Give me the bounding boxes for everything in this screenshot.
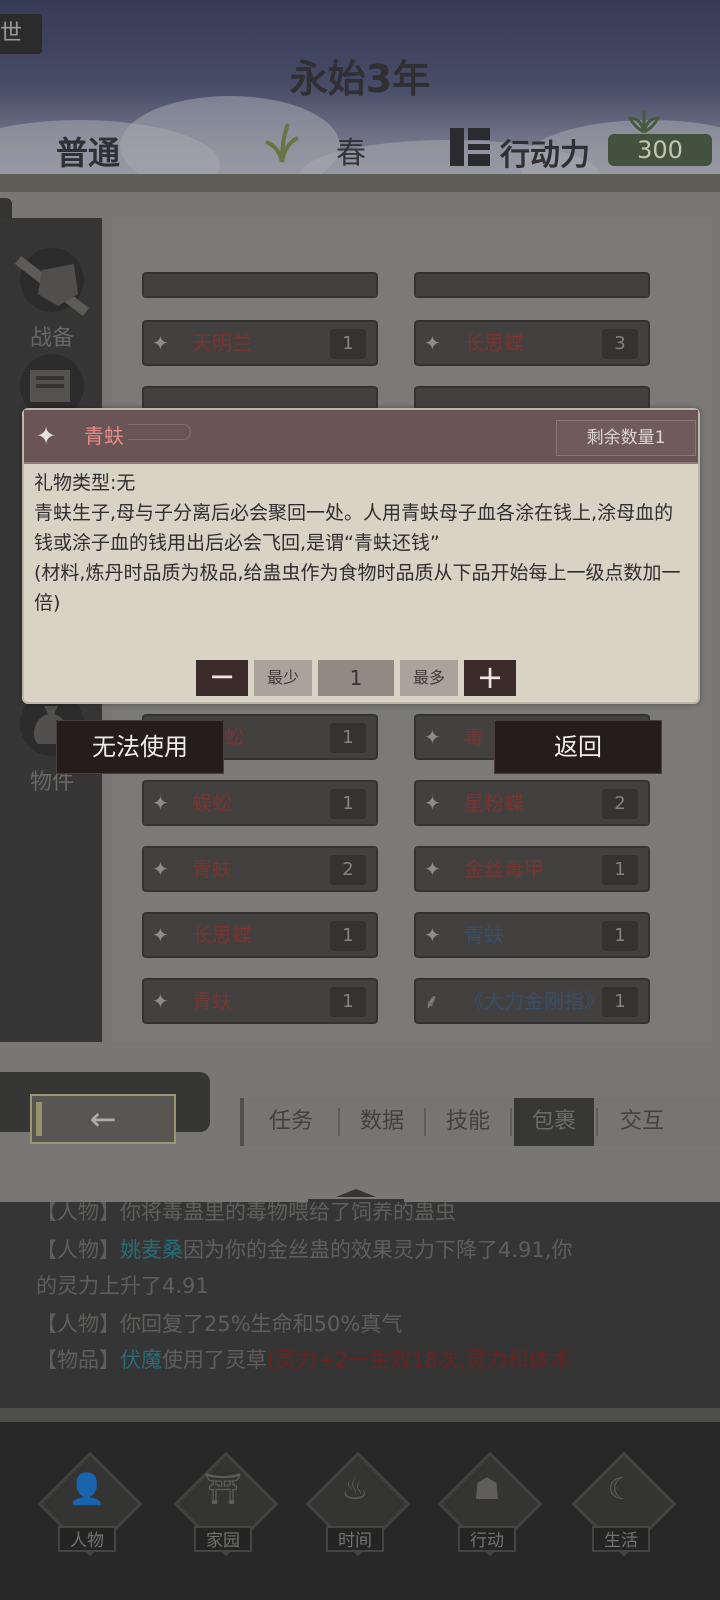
popup-item-name: 青蚨 (84, 424, 124, 448)
bug-icon: ✦ (36, 422, 57, 450)
decrease-button[interactable]: − (196, 660, 248, 696)
return-button[interactable]: 返回 (494, 720, 662, 774)
popup-description: 礼物类型:无 青蚨生子,母与子分离后必会聚回一处。人用青蚨母子血各涂在钱上,涂母… (34, 468, 686, 618)
max-quantity-button[interactable]: 最多 (400, 660, 458, 696)
modal-dim-overlay[interactable] (0, 0, 720, 1600)
item-note: (材料,炼丹时品质为极品,给蛊虫作为食物时品质从下品开始每上一级点数加一倍) (34, 562, 681, 614)
min-quantity-button[interactable]: 最少 (254, 660, 312, 696)
gift-type: 礼物类型:无 (34, 472, 136, 494)
increase-button[interactable]: + (464, 660, 516, 696)
popup-name-decoration (128, 424, 191, 440)
quantity-field[interactable]: 1 (318, 660, 394, 696)
cannot-use-button[interactable]: 无法使用 (56, 720, 224, 774)
item-lore: 青蚨生子,母与子分离后必会聚回一处。人用青蚨母子血各涂在钱上,涂母血的钱或涂子血… (34, 502, 674, 554)
popup-remaining-count: 剩余数量1 (556, 420, 696, 456)
